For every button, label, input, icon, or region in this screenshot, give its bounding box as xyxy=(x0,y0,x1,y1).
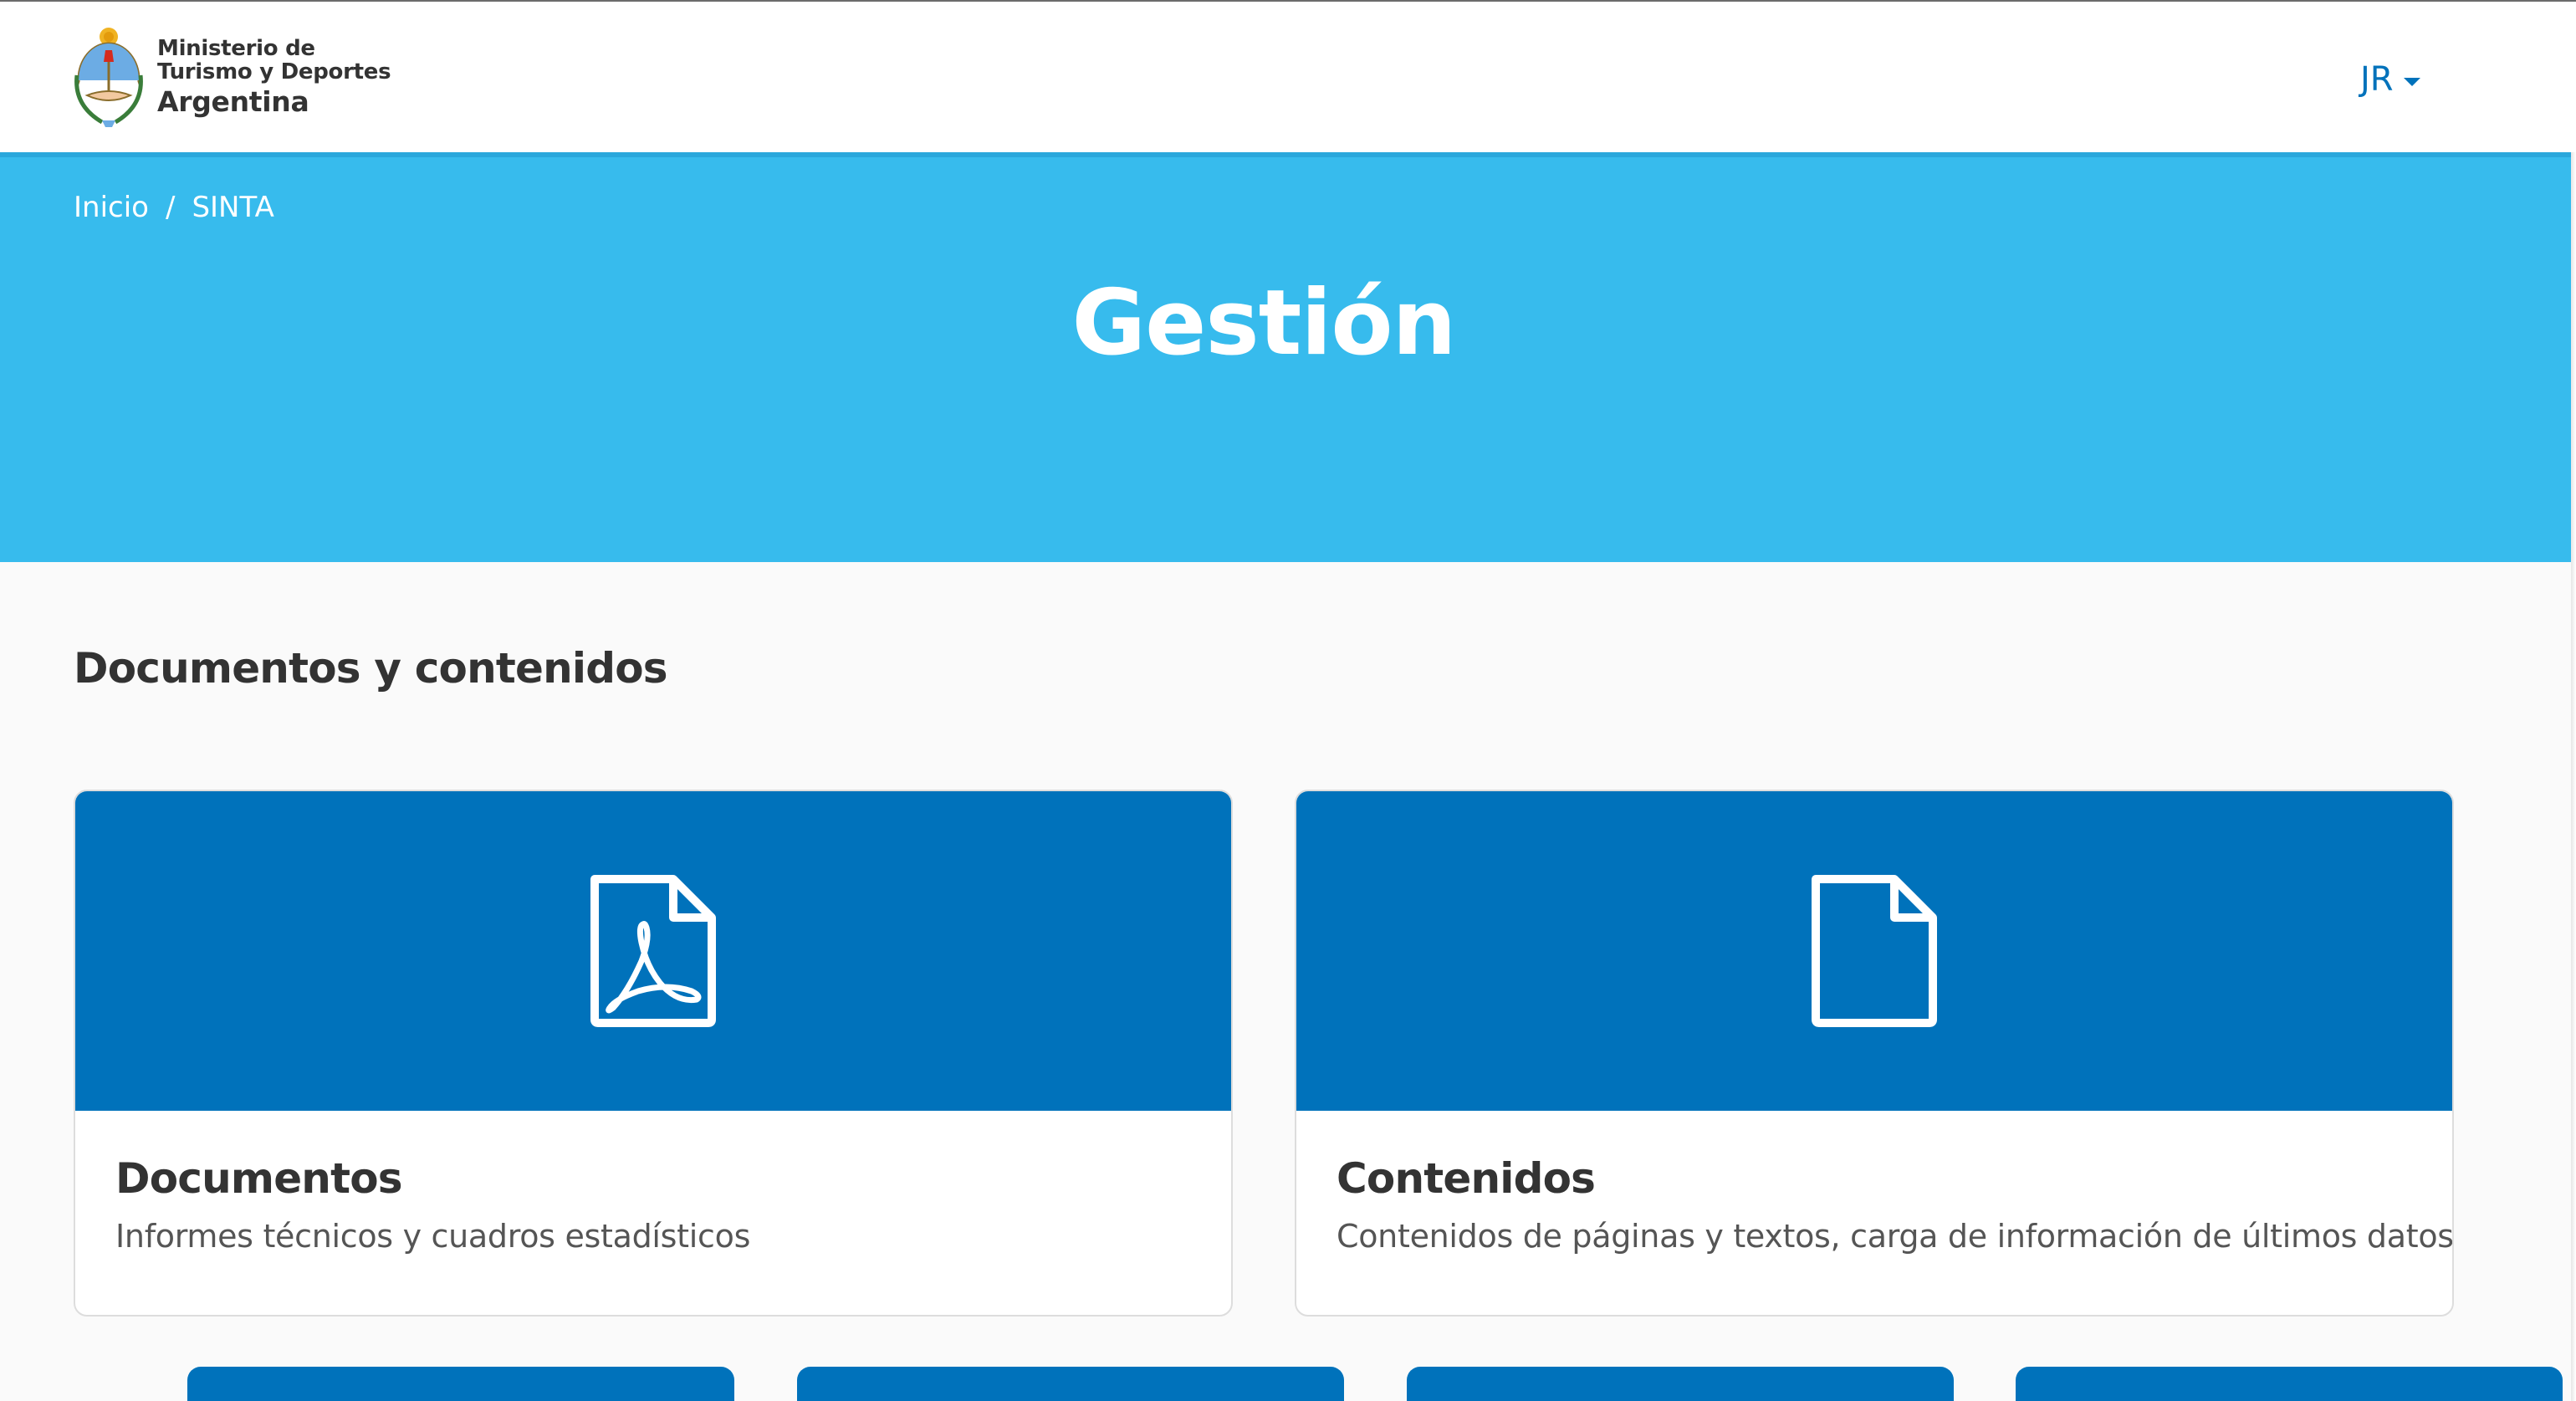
card-title: Contenidos xyxy=(1337,1154,1596,1203)
section-title: Documentos y contenidos xyxy=(74,644,668,693)
card-title: Documentos xyxy=(115,1154,403,1203)
logo-line-2: Turismo y Deportes xyxy=(157,59,391,85)
caret-down-icon xyxy=(2403,78,2420,86)
card-partial[interactable] xyxy=(187,1367,734,1401)
logo-line-3: Argentina xyxy=(157,84,309,118)
card-contenidos[interactable]: Contenidos Contenidos de páginas y texto… xyxy=(1295,790,2454,1317)
page-title: Gestión xyxy=(1071,271,1457,376)
user-initials: JR xyxy=(2360,60,2394,99)
card-documentos[interactable]: Documentos Informes técnicos y cuadros e… xyxy=(74,790,1233,1317)
breadcrumb-item-inicio[interactable]: Inicio xyxy=(74,191,149,224)
card-partial[interactable] xyxy=(2016,1367,2563,1401)
site-header: Ministerio de Turismo y Deportes Argenti… xyxy=(0,2,2576,152)
page-edge-shadow xyxy=(2571,152,2576,1401)
card-partial[interactable] xyxy=(1407,1367,1954,1401)
breadcrumb-separator: / xyxy=(165,191,176,224)
pdf-file-icon xyxy=(590,875,716,1027)
card-partial[interactable] xyxy=(797,1367,1344,1401)
card-description: Informes técnicos y cuadros estadísticos xyxy=(115,1218,751,1255)
ministry-logo[interactable]: Ministerio de Turismo y Deportes Argenti… xyxy=(72,25,391,129)
card-header xyxy=(75,791,1231,1111)
escudo-argentina-icon xyxy=(74,28,143,127)
page-banner: Inicio / SINTA Gestión xyxy=(0,152,2576,562)
file-icon xyxy=(1812,875,1937,1027)
breadcrumb: Inicio / SINTA xyxy=(74,191,274,224)
card-description: Contenidos de páginas y textos, carga de… xyxy=(1337,1218,2454,1255)
logo-line-1: Ministerio de xyxy=(157,35,315,61)
breadcrumb-item-sinta[interactable]: SINTA xyxy=(192,191,273,224)
card-header xyxy=(1296,791,2452,1111)
user-menu-button[interactable]: JR xyxy=(2360,60,2420,99)
